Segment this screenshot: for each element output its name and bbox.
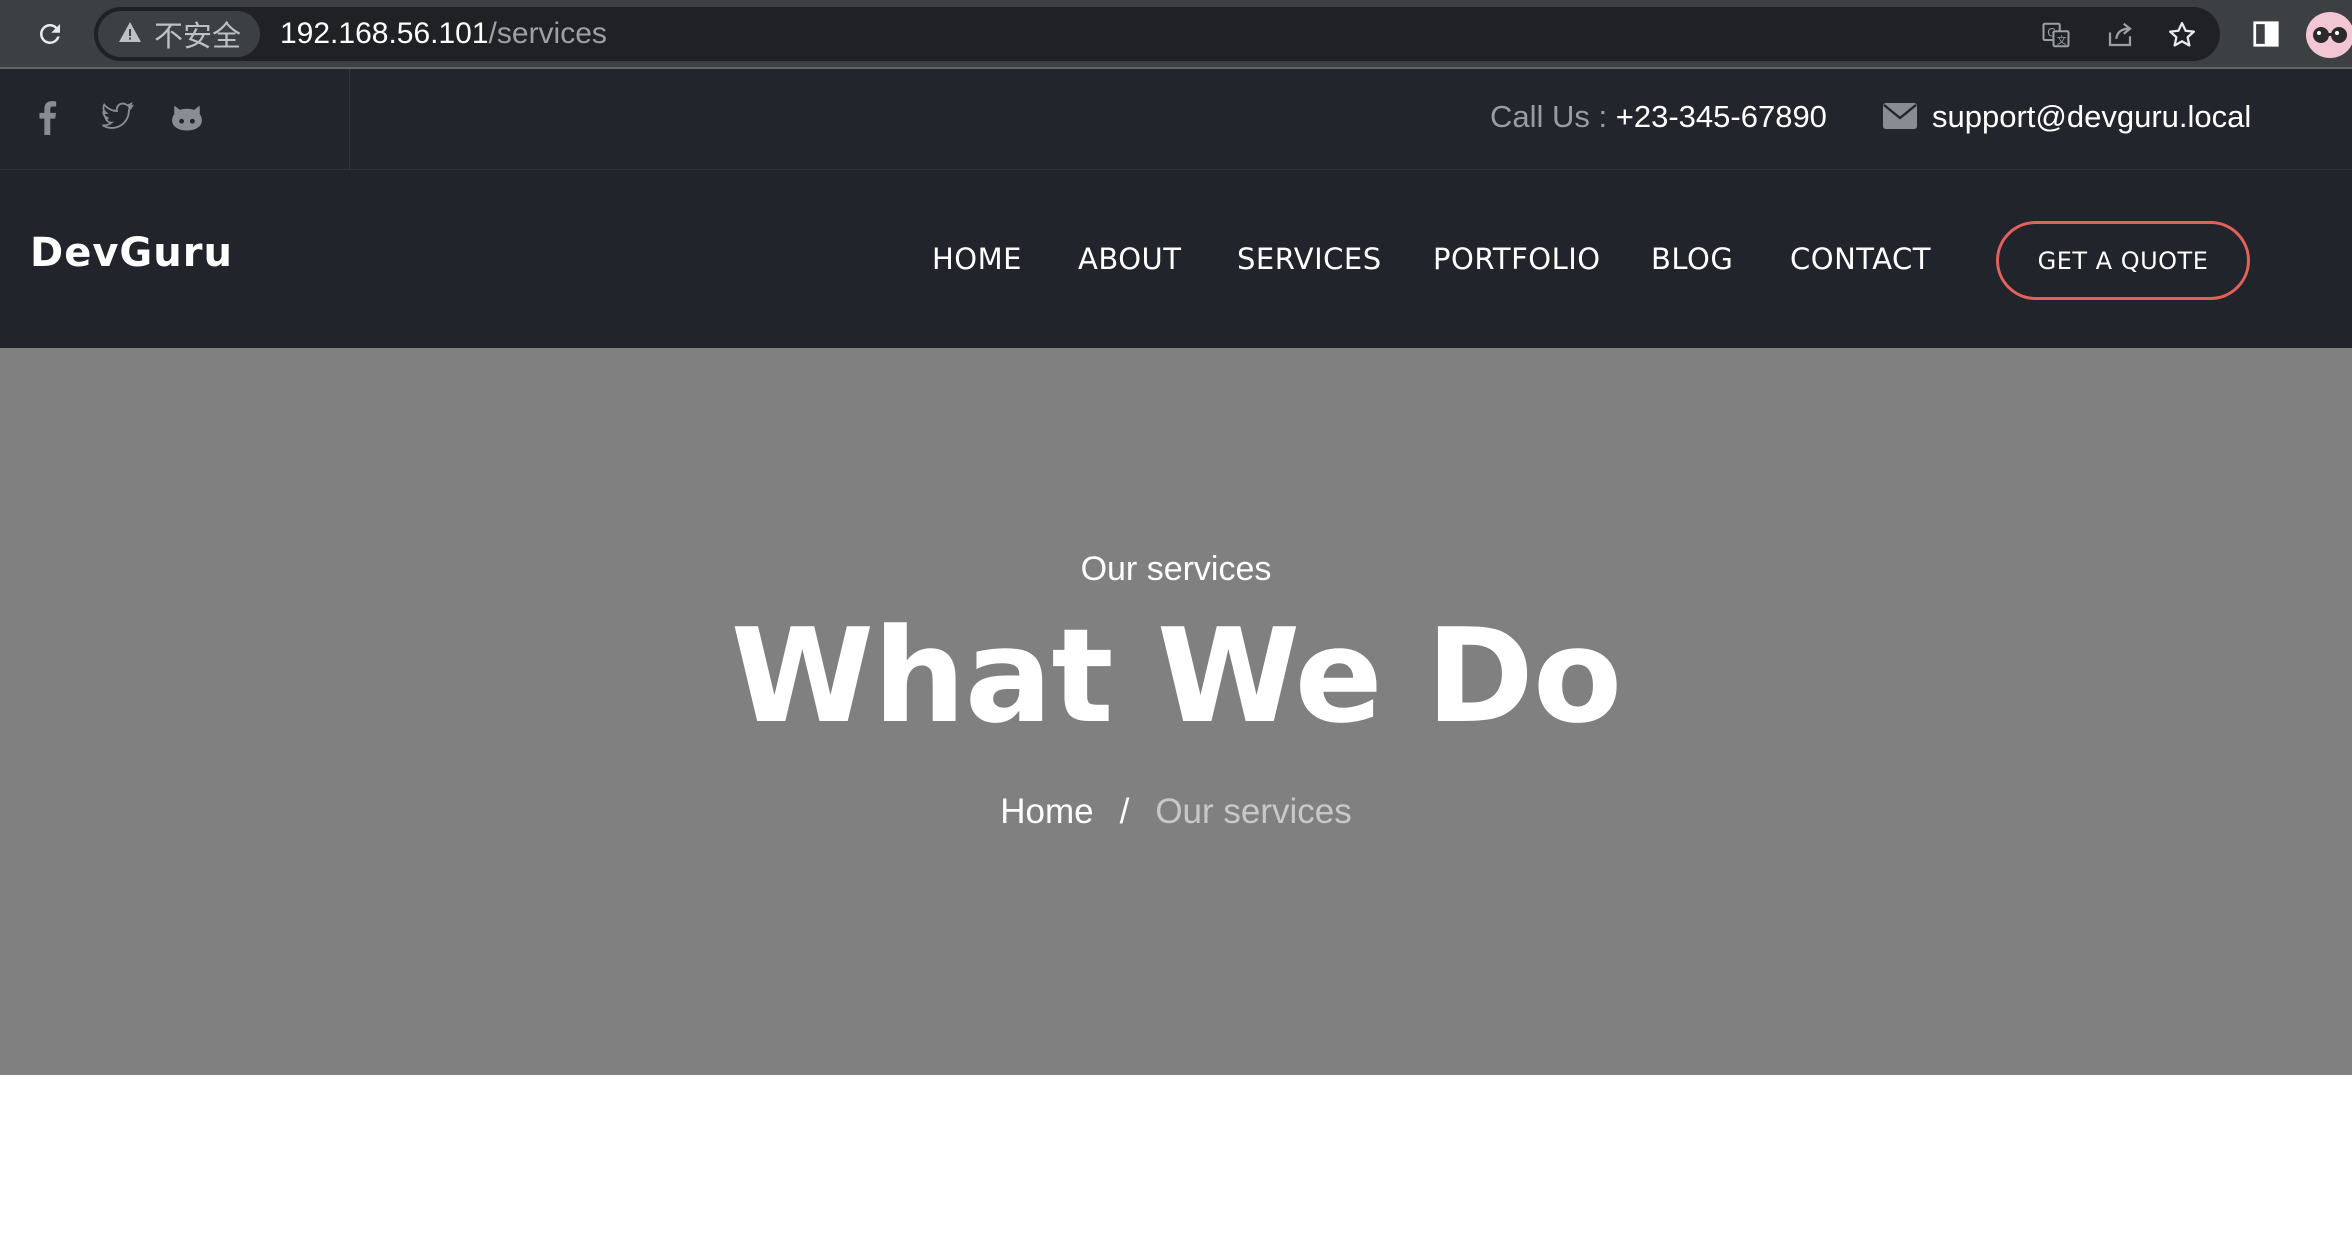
- get-a-quote-button[interactable]: GET A QUOTE: [1996, 221, 2250, 300]
- nav-blog[interactable]: BLOG: [1651, 242, 1733, 276]
- address-bar[interactable]: 不安全 192.168.56.101/services G文: [94, 7, 2220, 61]
- url-host: 192.168.56.101: [280, 17, 489, 50]
- security-chip[interactable]: 不安全: [98, 11, 260, 57]
- email-link[interactable]: support@devguru.local: [1932, 99, 2251, 135]
- nav-portfolio[interactable]: PORTFOLIO: [1433, 242, 1601, 276]
- facebook-icon[interactable]: [27, 97, 67, 137]
- browser-toolbar: 不安全 192.168.56.101/services G文: [0, 0, 2352, 69]
- breadcrumb-home[interactable]: Home: [1000, 792, 1093, 831]
- github-icon[interactable]: [167, 97, 207, 137]
- nav-services[interactable]: SERVICES: [1237, 242, 1382, 276]
- hero-subtitle: Our services: [1080, 550, 1272, 588]
- page-title: What We Do: [730, 600, 1622, 752]
- page-content-area: [0, 1075, 2352, 1252]
- call-us-text: Call Us : +23-345-67890: [1490, 99, 1827, 135]
- phone-number[interactable]: +23-345-67890: [1616, 99, 1827, 134]
- translate-icon[interactable]: G文: [2040, 19, 2072, 51]
- svg-text:文: 文: [2057, 34, 2067, 47]
- topbar-divider: [349, 69, 350, 170]
- envelope-icon: [1883, 103, 1917, 129]
- share-icon[interactable]: [2104, 19, 2136, 51]
- hero-banner: Our services What We Do Home / Our service…: [0, 348, 2352, 1075]
- url-path: /services: [488, 17, 607, 50]
- twitter-icon[interactable]: [97, 97, 137, 137]
- reload-icon[interactable]: [28, 14, 72, 54]
- security-label: 不安全: [154, 21, 242, 53]
- main-navbar: DevGuru HOME ABOUT SERVICES PORTFOLIO BL…: [0, 170, 2352, 348]
- breadcrumb: Home / Our services: [0, 792, 2352, 832]
- site-logo[interactable]: DevGuru: [30, 230, 233, 276]
- nav-home[interactable]: HOME: [932, 242, 1022, 276]
- nav-contact[interactable]: CONTACT: [1790, 242, 1931, 276]
- warning-icon: [118, 18, 142, 51]
- nav-about[interactable]: ABOUT: [1078, 242, 1182, 276]
- profile-avatar[interactable]: [2306, 12, 2352, 58]
- breadcrumb-separator: /: [1119, 792, 1130, 831]
- breadcrumb-current: Our services: [1155, 792, 1352, 831]
- url-text[interactable]: 192.168.56.101/services: [280, 7, 607, 61]
- bookmark-star-icon[interactable]: [2166, 19, 2198, 51]
- side-panel-icon[interactable]: [2246, 14, 2286, 54]
- top-info-bar: Call Us : +23-345-67890 support@devguru.…: [0, 69, 2352, 170]
- call-label: Call Us :: [1490, 99, 1608, 134]
